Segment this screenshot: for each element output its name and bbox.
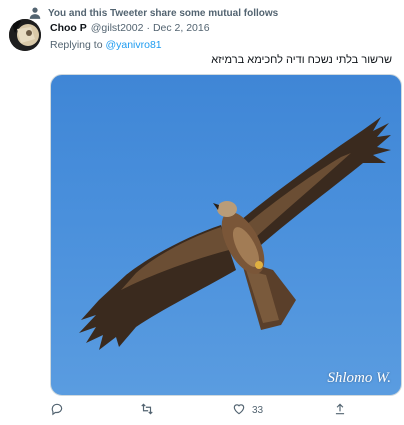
like-count: 33 (252, 405, 264, 416)
tweet-header: Choo P @gilst2002 · Dec 2, 2016 (50, 22, 210, 34)
separator-dot: · (146, 22, 150, 34)
author-name[interactable]: Choo P (50, 22, 87, 34)
avatar[interactable] (9, 19, 41, 51)
replying-to-label: Replying to (50, 39, 103, 51)
replying-to: Replying to @yanivro81 (50, 39, 162, 51)
heart-icon (232, 402, 246, 419)
tweet-photo[interactable]: Shlomo W. (50, 74, 402, 396)
mention-link[interactable]: @yanivro81 (105, 39, 161, 51)
author-handle[interactable]: @gilst2002 (91, 22, 144, 34)
reply-icon (50, 402, 64, 419)
retweet-icon (140, 402, 154, 419)
reply-button[interactable] (50, 402, 64, 419)
kite-bird-image (79, 117, 391, 350)
share-icon (333, 402, 347, 419)
tweet-date[interactable]: Dec 2, 2016 (153, 22, 210, 34)
person-icon (28, 6, 42, 20)
social-context: You and this Tweeter share some mutual f… (28, 6, 278, 20)
retweet-button[interactable] (140, 402, 154, 419)
like-button[interactable]: 33 (232, 402, 263, 419)
tweet-actions: 33 (50, 402, 400, 420)
photo-watermark: Shlomo W. (327, 370, 391, 386)
social-context-text: You and this Tweeter share some mutual f… (48, 7, 279, 19)
share-button[interactable] (333, 402, 347, 419)
tweet-text: שרשור בלתי נשכח ודיה לחכימא ברמיזא (211, 54, 392, 66)
